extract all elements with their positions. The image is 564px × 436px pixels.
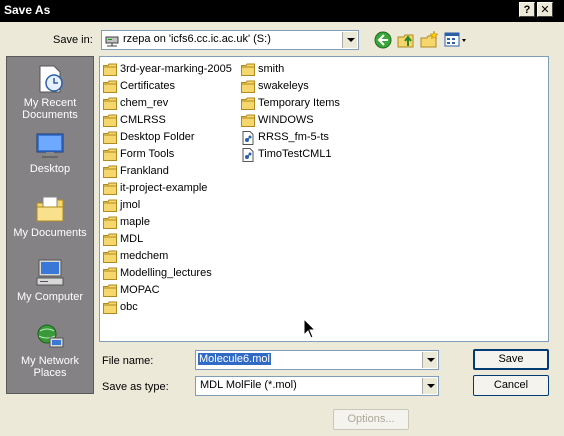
save-as-type-label: Save as type: [102,381,169,393]
folder-icon [103,165,117,178]
file-list-item-name: CMLRSS [120,114,166,126]
folder-icon [103,148,117,161]
molecule-file-icon [242,148,254,162]
help-button[interactable]: ? [519,2,535,17]
options-button[interactable]: Options... [333,409,409,430]
recent-documents-icon [39,65,63,93]
folder-icon [241,63,255,76]
network-drive-icon [105,36,119,47]
file-name-input[interactable]: Molecule6.mol [195,350,439,370]
folder-icon [103,131,117,144]
network-places-icon [37,324,64,348]
folder-icon [241,97,255,110]
file-list-item-name: obc [120,301,138,313]
views-menu-icon [444,32,466,47]
file-list-item-name: Form Tools [120,148,175,160]
place-my-documents[interactable]: My Documents [7,193,93,239]
place-my-recent-documents[interactable]: My Recent Documents [7,63,93,121]
folder-icon [103,63,117,76]
save-in-label: Save in: [53,34,93,46]
folder-icon [103,267,117,280]
folder-icon [241,80,255,93]
desktop-icon [36,133,64,158]
file-list-item-name: Certificates [120,80,176,92]
file-list-item-name: jmol [120,199,141,211]
folder-icon [241,114,255,127]
file-list-item-name: WINDOWS [258,114,314,126]
file-list[interactable]: 3rd-year-marking-2005 Certificates chem_re… [99,56,549,342]
file-name-value: Molecule6.mol [198,353,271,365]
file-list-item-name: swakeleys [258,80,309,92]
place-label: My Network Places [20,355,80,379]
cancel-button[interactable]: Cancel [473,375,549,396]
window-title: Save As [4,3,51,17]
folder-icon [103,97,117,110]
up-folder-icon [397,34,414,48]
save-as-type-value: MDL MolFile (*.mol) [200,379,297,391]
place-my-computer[interactable]: My Computer [7,257,93,303]
place-label: My Recent Documents [22,97,78,121]
file-list-item-name: MDL [120,233,144,245]
back-button[interactable] [373,30,393,50]
folder-icon [103,216,117,229]
place-desktop[interactable]: Desktop [7,129,93,175]
folder-icon [103,199,117,212]
folder-icon [103,233,117,246]
my-documents-icon [36,196,64,222]
my-computer-icon [36,259,64,286]
file-list-item-name: smith [258,63,285,75]
up-folder-button[interactable] [396,30,416,50]
chevron-down-icon[interactable] [422,352,437,368]
folder-icon [103,80,117,93]
molecule-file-icon [242,131,254,145]
new-folder-icon [420,30,439,48]
save-as-type-dropdown[interactable]: MDL MolFile (*.mol) [195,376,439,396]
views-menu-button[interactable] [443,30,469,50]
file-list-item-name: chem_rev [120,97,169,109]
chevron-down-icon[interactable] [422,378,437,394]
file-list-item-name: Desktop Folder [120,131,195,143]
folder-icon [103,114,117,127]
file-list-item-name: RRSS_fm-5-ts [258,131,329,143]
file-list-item-name: 3rd-year-marking-2005 [120,63,232,75]
folder-icon [103,284,117,297]
place-label: My Documents [13,227,87,239]
place-label: Desktop [29,163,71,175]
file-list-item-name: medchem [120,250,169,262]
folder-icon [103,301,117,314]
place-label: My Computer [16,291,84,303]
file-name-label: File name: [102,355,154,367]
file-list-item-name: it-project-example [120,182,208,194]
title-bar[interactable]: Save As ? ✕ [0,0,564,22]
places-bar: My Recent Documents Desktop My Documents… [6,56,94,394]
file-list-item-name: Modelling_lectures [120,267,212,279]
back-icon [374,31,392,49]
file-list-item-name: Frankland [120,165,169,177]
mouse-cursor-icon [303,318,317,339]
file-list-item-name: maple [120,216,150,228]
save-in-dropdown[interactable]: rzepa on 'icfs6.cc.ic.ac.uk' (S:) [101,30,359,50]
chevron-down-icon[interactable] [342,32,357,48]
close-button[interactable]: ✕ [537,2,553,17]
file-list-item-name: TimoTestCML1 [258,148,332,160]
place-my-network-places[interactable]: My Network Places [7,321,93,379]
save-button[interactable]: Save [473,349,549,370]
file-list-item-name: Temporary Items [258,97,340,109]
new-folder-button[interactable] [419,30,439,50]
folder-icon [103,250,117,263]
file-list-item-name: MOPAC [120,284,160,296]
save-in-value: rzepa on 'icfs6.cc.ic.ac.uk' (S:) [123,33,271,45]
folder-icon [103,182,117,195]
